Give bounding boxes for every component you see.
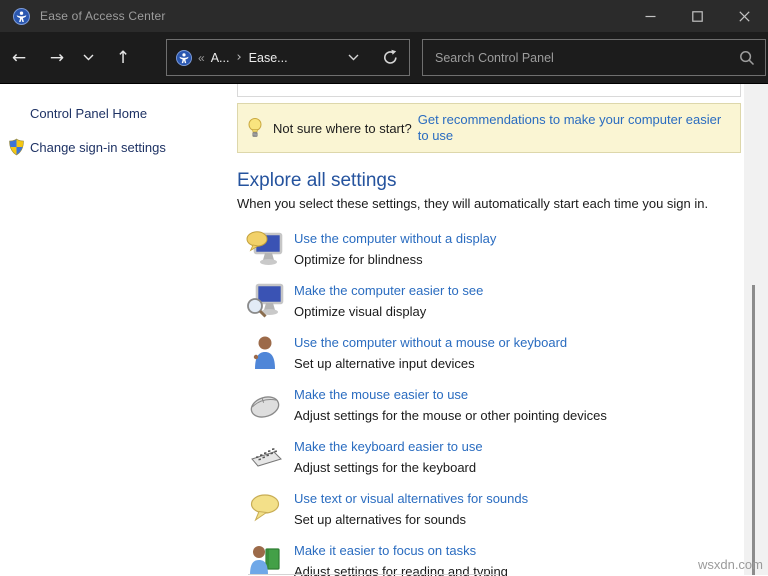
setting-text: Use the computer without a display Optim… <box>294 228 496 270</box>
sidebar-item-label: Change sign-in settings <box>30 139 166 155</box>
explore-description: When you select these settings, they wil… <box>237 196 709 211</box>
setting-link[interactable]: Use the computer without a mouse or keyb… <box>294 332 567 353</box>
scrolled-bottom-edge <box>248 574 498 575</box>
get-recommendations-link[interactable]: Get recommendations to make your compute… <box>418 112 730 144</box>
setting-subtitle: Set up alternative input devices <box>294 356 475 371</box>
setting-text: Use text or visual alternatives for soun… <box>294 488 528 530</box>
window-title: Ease of Access Center <box>40 9 166 23</box>
navigation-bar: ← → ↑ « A... › Ease... <box>0 32 768 84</box>
light-bulb-icon <box>248 117 262 137</box>
address-dropdown-button[interactable] <box>348 54 359 61</box>
mouse-icon <box>250 396 280 418</box>
setting-link[interactable]: Use the computer without a display <box>294 228 496 249</box>
person-book-icon <box>250 546 280 575</box>
setting-link[interactable]: Make the computer easier to see <box>294 280 483 301</box>
setting-make-keyboard-easier-to-use: Make the keyboard easier to use Adjust s… <box>245 431 765 483</box>
keyboard-icon <box>251 448 282 467</box>
maximize-button[interactable] <box>674 0 721 32</box>
setting-text: Make the keyboard easier to use Adjust s… <box>294 436 483 478</box>
magnifier-monitor-icon <box>247 283 284 318</box>
setting-link[interactable]: Make the mouse easier to use <box>294 384 607 405</box>
chevron-down-icon <box>348 54 359 61</box>
setting-text: Make the mouse easier to use Adjust sett… <box>294 384 607 426</box>
setting-subtitle: Adjust settings for the mouse or other p… <box>294 408 607 423</box>
window-controls <box>627 0 768 32</box>
setting-subtitle: Optimize for blindness <box>294 252 423 267</box>
up-button[interactable]: ↑ <box>106 41 140 75</box>
minimize-button[interactable] <box>627 0 674 32</box>
notice-prompt: Not sure where to start? <box>273 120 412 136</box>
up-arrow-icon: ↑ <box>115 47 131 68</box>
setting-link[interactable]: Use text or visual alternatives for soun… <box>294 488 528 509</box>
maximize-icon <box>692 10 703 22</box>
person-icon <box>253 336 275 369</box>
sidebar-item-change-sign-in-settings[interactable]: Change sign-in settings <box>0 138 232 156</box>
scrollbar-track[interactable] <box>744 84 768 575</box>
magnifier-icon[interactable] <box>739 50 755 66</box>
chevron-down-icon <box>83 54 93 61</box>
setting-use-computer-without-mouse-or-keyboard: Use the computer without a mouse or keyb… <box>245 327 765 379</box>
setting-subtitle: Set up alternatives for sounds <box>294 512 466 527</box>
setting-make-it-easier-to-focus-on-tasks: Make it easier to focus on tasks Adjust … <box>245 535 765 576</box>
breadcrumb-root[interactable]: A... <box>211 51 230 65</box>
back-button[interactable]: ← <box>2 41 36 75</box>
back-arrow-icon: ← <box>11 47 27 68</box>
main-panel: Not sure where to start? Get recommendat… <box>232 84 768 576</box>
title-bar: Ease of Access Center <box>0 0 768 32</box>
setting-subtitle: Optimize visual display <box>294 304 427 319</box>
recent-pages-button[interactable] <box>74 41 102 75</box>
forward-button[interactable]: → <box>40 41 74 75</box>
close-icon <box>739 10 750 22</box>
breadcrumb-separator: › <box>236 50 242 65</box>
content-area: Control Panel Home Change sign-in settin… <box>0 84 768 576</box>
refresh-button[interactable] <box>379 47 401 69</box>
refresh-icon <box>383 49 397 64</box>
forward-arrow-icon: → <box>49 47 65 68</box>
search-input[interactable] <box>435 50 739 65</box>
setting-text: Make it easier to focus on tasks Adjust … <box>294 540 508 576</box>
setting-subtitle: Adjust settings for the keyboard <box>294 460 477 475</box>
sidebar: Control Panel Home Change sign-in settin… <box>0 84 232 575</box>
setting-text: Use the computer without a mouse or keyb… <box>294 332 567 374</box>
minimize-icon <box>645 15 656 17</box>
setting-use-computer-without-display: Use the computer without a display Optim… <box>245 223 765 275</box>
scrolled-panel-edge <box>237 84 741 97</box>
ease-of-access-icon <box>176 49 192 66</box>
close-button[interactable] <box>721 0 768 32</box>
setting-use-text-or-visual-alternatives-for-sounds: Use text or visual alternatives for soun… <box>245 483 765 535</box>
scrollbar-thumb[interactable] <box>752 285 755 575</box>
search-box <box>422 39 766 76</box>
explore-all-settings-heading: Explore all settings <box>237 170 397 191</box>
setting-text: Make the computer easier to see Optimize… <box>294 280 483 322</box>
speech-bubble-icon <box>250 494 280 522</box>
setting-link[interactable]: Make it easier to focus on tasks <box>294 540 508 561</box>
setting-make-mouse-easier-to-use: Make the mouse easier to use Adjust sett… <box>245 379 765 431</box>
watermark: wsxdn.com <box>697 557 763 572</box>
narrator-monitor-icon <box>246 231 283 265</box>
setting-make-computer-easier-to-see: Make the computer easier to see Optimize… <box>245 275 765 327</box>
breadcrumb-overflow-chevrons[interactable]: « <box>198 51 205 65</box>
sidebar-item-control-panel-home[interactable]: Control Panel Home <box>0 106 232 121</box>
ease-of-access-icon <box>13 7 30 25</box>
ease-of-access-window: Ease of Access Center ← → ↑ « A... › Eas… <box>0 0 768 576</box>
breadcrumb-current[interactable]: Ease... <box>249 51 288 65</box>
setting-link[interactable]: Make the keyboard easier to use <box>294 436 483 457</box>
uac-shield-icon <box>9 138 24 156</box>
sidebar-item-label: Control Panel Home <box>30 106 148 121</box>
recommendations-notice: Not sure where to start? Get recommendat… <box>237 103 741 153</box>
address-bar[interactable]: « A... › Ease... <box>166 39 410 76</box>
settings-list: Use the computer without a display Optim… <box>245 223 765 576</box>
